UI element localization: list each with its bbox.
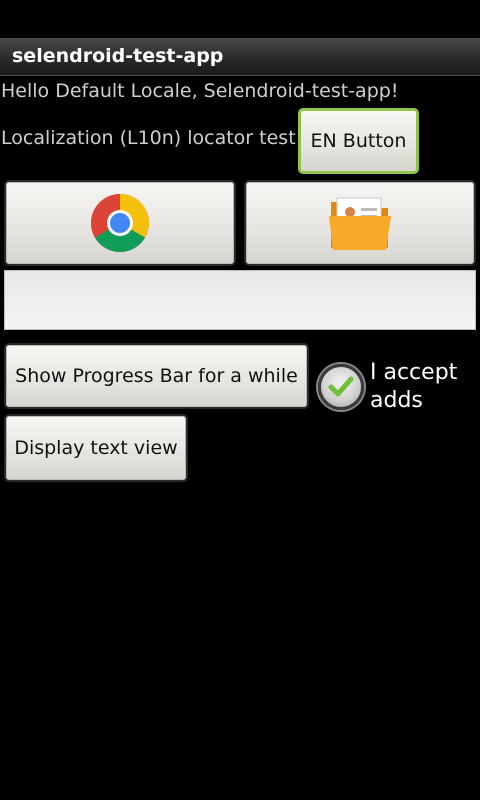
en-button[interactable]: EN Button — [298, 108, 419, 174]
l10n-label: Localization (L10n) locator test — [1, 127, 296, 149]
chrome-image-button[interactable] — [4, 180, 236, 266]
accept-adds-checkbox[interactable] — [318, 364, 364, 410]
show-progress-button[interactable]: Show Progress Bar for a while — [4, 343, 309, 409]
status-bar — [0, 0, 480, 38]
app-title: selendroid-test-app — [12, 45, 224, 67]
accept-adds-label[interactable]: I accept adds — [370, 359, 480, 415]
display-text-view-button[interactable]: Display text view — [4, 414, 188, 482]
contacts-image-button[interactable] — [244, 180, 476, 266]
title-bar: selendroid-test-app — [0, 38, 480, 76]
contacts-folder-icon — [329, 197, 391, 250]
chrome-icon — [91, 194, 149, 252]
checkmark-icon — [328, 376, 354, 397]
greeting-text: Hello Default Locale, Selendroid-test-ap… — [1, 80, 399, 102]
text-input[interactable] — [4, 270, 476, 330]
